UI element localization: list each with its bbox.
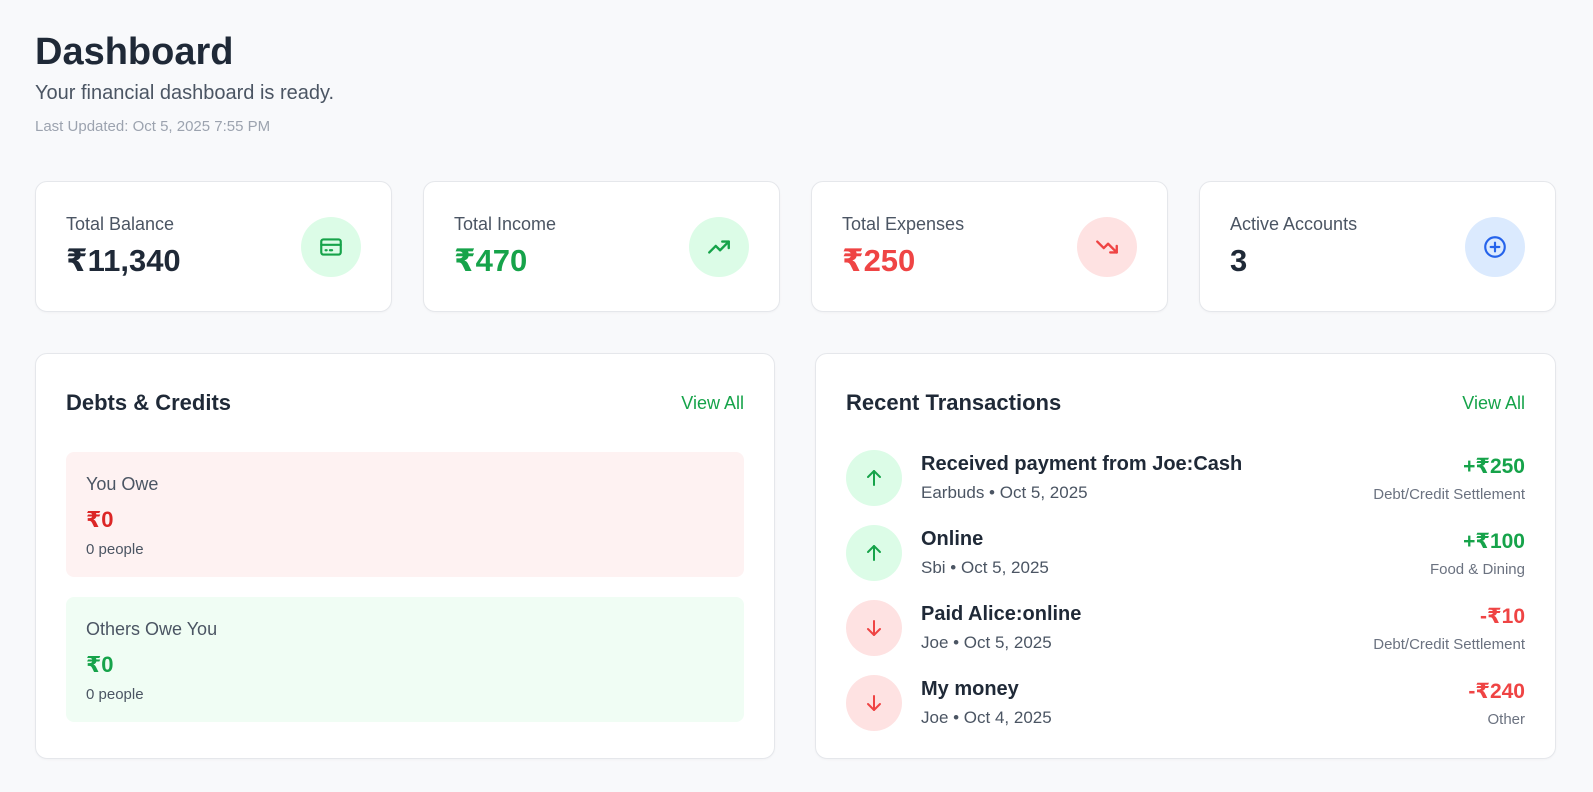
transaction-info: Paid Alice:online Joe • Oct 5, 2025 bbox=[921, 603, 1373, 653]
panel-title: Debts & Credits bbox=[66, 390, 232, 415]
transaction-amount-block: +₹250 Debt/Credit Settlement bbox=[1373, 454, 1525, 503]
trending-up-icon bbox=[689, 217, 749, 277]
arrow-up-icon bbox=[846, 525, 902, 581]
you-owe-people: 0 people bbox=[86, 541, 144, 558]
stats-row: Total Balance ₹11,340 Total Income ₹470 … bbox=[35, 181, 1556, 312]
panel-title: Recent Transactions bbox=[846, 390, 1062, 415]
transaction-amount-block: +₹100 Food & Dining bbox=[1430, 529, 1525, 578]
others-owe-people: 0 people bbox=[86, 686, 144, 703]
others-owe-card[interactable]: Others Owe You ₹0 0 people bbox=[66, 597, 744, 722]
stat-card-total-balance: Total Balance ₹11,340 bbox=[35, 181, 392, 312]
transaction-category: Food & Dining bbox=[1429, 560, 1525, 578]
plus-circle-icon bbox=[1465, 217, 1525, 277]
stat-card-active-accounts: Active Accounts 3 bbox=[1199, 181, 1556, 312]
others-owe-amount: ₹0 bbox=[86, 652, 114, 677]
transaction-amount-block: -₹240 Other bbox=[1468, 679, 1525, 728]
page-title: Dashboard bbox=[35, 31, 234, 73]
panel-header: Recent Transactions View All bbox=[846, 388, 1525, 418]
trending-down-icon bbox=[1077, 217, 1137, 277]
arrow-up-icon bbox=[846, 450, 902, 506]
page-header: Dashboard Your financial dashboard is re… bbox=[35, 30, 334, 135]
credit-card-icon bbox=[301, 217, 361, 277]
transaction-amount: +₹250 bbox=[1463, 454, 1525, 478]
stat-card-total-expenses: Total Expenses ₹250 bbox=[811, 181, 1168, 312]
stat-card-total-income: Total Income ₹470 bbox=[423, 181, 780, 312]
transaction-amount: +₹100 bbox=[1463, 529, 1525, 553]
transaction-title: Paid Alice:online bbox=[921, 603, 1082, 625]
you-owe-card[interactable]: You Owe ₹0 0 people bbox=[66, 452, 744, 577]
you-owe-amount: ₹0 bbox=[86, 507, 114, 532]
transaction-amount: -₹240 bbox=[1468, 679, 1525, 703]
you-owe-label: You Owe bbox=[86, 474, 159, 494]
transaction-category: Debt/Credit Settlement bbox=[1373, 485, 1525, 503]
transaction-category: Other bbox=[1487, 710, 1525, 728]
last-updated: Last Updated: Oct 5, 2025 7:55 PM bbox=[35, 118, 271, 135]
debts-credits-panel: Debts & Credits View All You Owe ₹0 0 pe… bbox=[35, 353, 775, 759]
transaction-row[interactable]: Paid Alice:online Joe • Oct 5, 2025 -₹10… bbox=[846, 600, 1525, 656]
transaction-category: Debt/Credit Settlement bbox=[1373, 635, 1525, 653]
transaction-meta: Sbi • Oct 5, 2025 bbox=[921, 558, 1049, 577]
transaction-amount-block: -₹10 Debt/Credit Settlement bbox=[1373, 604, 1525, 653]
transaction-title: Received payment from Joe:Cash bbox=[921, 453, 1243, 475]
panel-header: Debts & Credits View All bbox=[66, 388, 744, 418]
transaction-title: My money bbox=[921, 678, 1019, 700]
transaction-list: Received payment from Joe:Cash Earbuds •… bbox=[846, 450, 1525, 731]
transaction-title: Online bbox=[921, 528, 984, 550]
transaction-row[interactable]: Received payment from Joe:Cash Earbuds •… bbox=[846, 450, 1525, 506]
recent-transactions-panel: Recent Transactions View All Received pa… bbox=[815, 353, 1556, 759]
transaction-info: Online Sbi • Oct 5, 2025 bbox=[921, 528, 1430, 578]
transaction-info: My money Joe • Oct 4, 2025 bbox=[921, 678, 1468, 728]
page-subtitle: Your financial dashboard is ready. bbox=[35, 82, 335, 104]
debts-view-all-link[interactable]: View All bbox=[681, 393, 744, 414]
others-owe-label: Others Owe You bbox=[86, 619, 218, 639]
transactions-view-all-link[interactable]: View All bbox=[1462, 393, 1525, 414]
transaction-info: Received payment from Joe:Cash Earbuds •… bbox=[921, 453, 1373, 503]
transaction-amount: -₹10 bbox=[1480, 604, 1525, 628]
transaction-meta: Earbuds • Oct 5, 2025 bbox=[921, 483, 1088, 502]
arrow-down-icon bbox=[846, 675, 902, 731]
transaction-row[interactable]: My money Joe • Oct 4, 2025 -₹240 Other bbox=[846, 675, 1525, 731]
arrow-down-icon bbox=[846, 600, 902, 656]
transaction-meta: Joe • Oct 4, 2025 bbox=[921, 708, 1052, 727]
transaction-meta: Joe • Oct 5, 2025 bbox=[921, 633, 1052, 652]
transaction-row[interactable]: Online Sbi • Oct 5, 2025 +₹100 Food & Di… bbox=[846, 525, 1525, 581]
